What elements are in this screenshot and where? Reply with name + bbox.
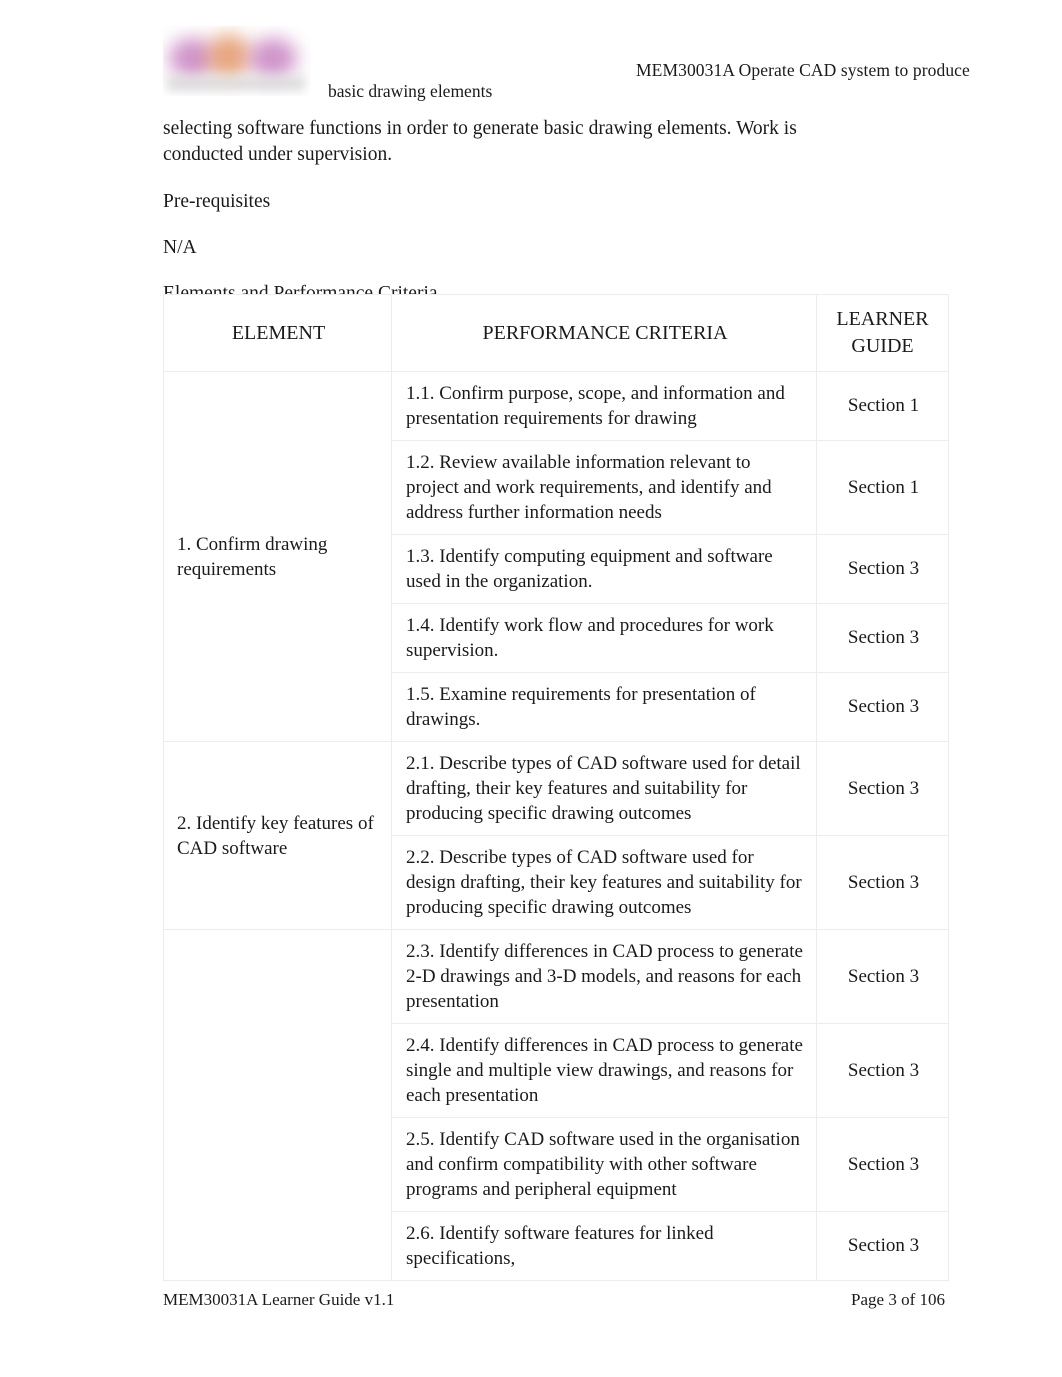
criteria-1-1: 1.1. Confirm purpose, scope, and informa… [391, 371, 817, 441]
column-header-learner-guide-line2: GUIDE [851, 335, 914, 357]
footer-page-number: Page 3 of 106 [851, 1290, 945, 1309]
footer-document-id: MEM30031A Learner Guide v1.1 [163, 1290, 395, 1309]
criteria-2-2: 2.2. Describe types of CAD software used… [391, 835, 817, 930]
guide-2-4: Section 3 [816, 1023, 949, 1118]
element-label-1: 1. Confirm drawing requirements [163, 371, 392, 742]
criteria-2-6: 2.6. Identify software features for link… [391, 1211, 817, 1281]
organisation-logo-icon [163, 26, 311, 96]
element-label-2: 2. Identify key features of CAD software [163, 741, 392, 930]
document-running-header: MEM30031A Operate CAD system to produce … [0, 0, 1062, 112]
table-row: 2.3. Identify differences in CAD process… [163, 929, 949, 1281]
criteria-1-4: 1.4. Identify work flow and procedures f… [391, 603, 817, 673]
column-header-learner-guide: LEARNER GUIDE [816, 294, 949, 372]
criteria-1-2: 1.2. Review available information releva… [391, 440, 817, 535]
prerequisites-value: N/A [163, 237, 197, 258]
table-row: 1. Confirm drawing requirements 1.1. Con… [163, 371, 949, 742]
criteria-1-3: 1.3. Identify computing equipment and so… [391, 534, 817, 604]
header-unit-title-line2: basic drawing elements [328, 81, 493, 101]
elements-performance-criteria-table: ELEMENT PERFORMANCE CRITERIA LEARNER GUI… [163, 294, 949, 1281]
guide-1-2: Section 1 [816, 440, 949, 535]
table-header-row: ELEMENT PERFORMANCE CRITERIA LEARNER GUI… [163, 294, 949, 372]
intro-paragraph: selecting software functions in order to… [163, 118, 797, 165]
guide-2-1: Section 3 [816, 741, 949, 836]
column-header-performance-criteria: PERFORMANCE CRITERIA [391, 294, 817, 372]
table-row: 2. Identify key features of CAD software… [163, 741, 949, 930]
column-header-element: ELEMENT [163, 294, 392, 372]
criteria-2-5: 2.5. Identify CAD software used in the o… [391, 1117, 817, 1212]
table-body: 1. Confirm drawing requirements 1.1. Con… [163, 371, 949, 1281]
guide-2-3: Section 3 [816, 929, 949, 1024]
guide-2-6: Section 3 [816, 1211, 949, 1281]
criteria-2-1: 2.1. Describe types of CAD software used… [391, 741, 817, 836]
column-header-learner-guide-line1: LEARNER [836, 308, 929, 330]
guide-1-5: Section 3 [816, 672, 949, 742]
guide-2-5: Section 3 [816, 1117, 949, 1212]
guide-1-4: Section 3 [816, 603, 949, 673]
criteria-2-3: 2.3. Identify differences in CAD process… [391, 929, 817, 1024]
criteria-2-4: 2.4. Identify differences in CAD process… [391, 1023, 817, 1118]
guide-1-3: Section 3 [816, 534, 949, 604]
guide-2-2: Section 3 [816, 835, 949, 930]
prerequisites-heading: Pre-requisites [163, 191, 271, 212]
header-unit-title-line1: MEM30031A Operate CAD system to produce [636, 60, 970, 80]
document-footer: MEM30031A Learner Guide v1.1 Page 3 of 1… [163, 1290, 953, 1310]
element-label-2-continued [163, 929, 392, 1281]
criteria-1-5: 1.5. Examine requirements for presentati… [391, 672, 817, 742]
guide-1-1: Section 1 [816, 371, 949, 441]
document-page: MEM30031A Operate CAD system to produce … [0, 0, 1062, 1377]
